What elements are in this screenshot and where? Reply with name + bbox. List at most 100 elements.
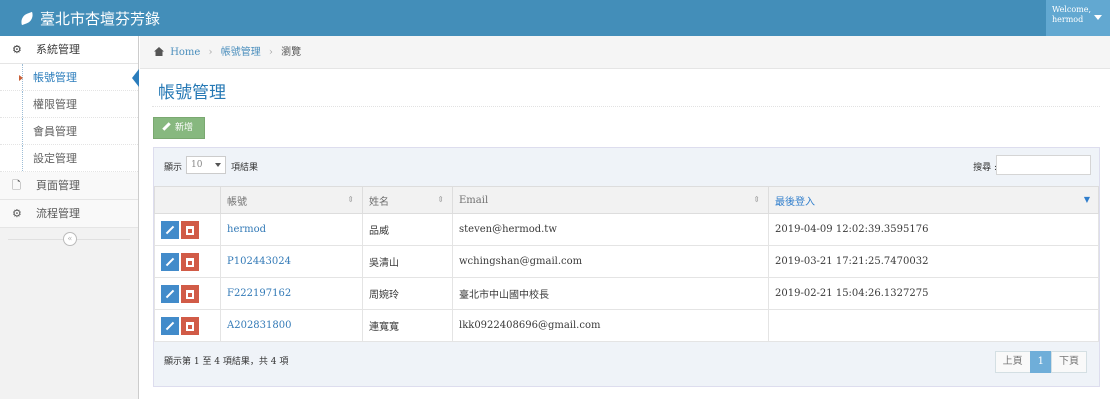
column-header-label: Email [459,194,489,206]
file-icon: 🗋 [12,179,21,192]
breadcrumb-separator: › [268,47,273,58]
delete-button[interactable] [181,316,199,335]
account-link[interactable]: F222197162 [227,288,291,299]
cell-name: 吳清山 [362,245,453,278]
cogs-icon: ⚙ [12,207,22,220]
breadcrumb-separator: › [208,47,213,58]
results-label: 項結果 [231,163,259,173]
add-button-label: 新增 [175,123,194,133]
add-button[interactable]: 新增 [153,117,205,139]
app-brand[interactable]: 臺北市杏壇芬芳錄 [18,8,160,29]
sidebar-item-label: 會員管理 [33,125,77,138]
sort-icon: ⇕ [437,195,444,204]
row-actions [154,309,221,342]
table-header-row: 帳號 ⇕ 姓名 ⇕ Email ⇕ 最後登入 ▼ [154,186,1099,214]
cell-account: hermod [220,213,363,246]
table-row: A202831800 連寬寬 lkk0922408696@gmail.com [154,309,1099,342]
cell-last-login [768,309,1099,342]
trash-icon [186,289,194,299]
cell-email: 臺北市中山國中校長 [452,277,769,310]
pencil-icon [162,122,171,131]
cell-name: 連寬寬 [362,309,453,342]
cell-email: steven@hermod.tw [452,213,769,246]
account-link[interactable]: P102443024 [227,256,291,267]
search-input[interactable] [996,155,1091,175]
top-navbar: 臺北市杏壇芬芳錄 Welcome, hermod [0,0,1110,36]
table-toolbar: 顯示 10 項結果 搜尋 : [154,148,1099,186]
sidebar-item-system[interactable]: ⚙ 系統管理 [0,36,138,64]
edit-button[interactable] [161,252,179,271]
sidebar-item-label: 設定管理 [33,152,77,165]
sidebar: ⚙ 系統管理 帳號管理 權限管理 會員管理 設定管理 🗋 頁面管理 ⚙ 流程管理… [0,36,139,399]
cell-name: 周婉玲 [362,277,453,310]
edit-button[interactable] [161,220,179,239]
pencil-icon [165,289,175,298]
cell-last-login: 2019-04-09 12:02:39.3595176 [768,213,1099,246]
prev-page-button[interactable]: 上頁 [994,351,1031,373]
cell-email: wchingshan@gmail.com [452,245,769,278]
account-link[interactable]: hermod [227,224,266,235]
caret-right-icon [19,75,23,81]
row-actions [154,213,221,246]
show-label: 顯示 [164,163,183,173]
column-header-name[interactable]: 姓名 ⇕ [362,186,453,214]
delete-button[interactable] [181,220,199,239]
table-row: F222197162 周婉玲 臺北市中山國中校長 2019-02-21 15:0… [154,277,1099,310]
sidebar-item-label: 系統管理 [36,43,80,56]
breadcrumb-current: 瀏覽 [281,47,302,58]
table-row: P102443024 吳清山 wchingshan@gmail.com 2019… [154,245,1099,278]
page-title: 帳號管理 [158,83,226,103]
sidebar-item-permissions[interactable]: 權限管理 [0,91,138,118]
next-page-button[interactable]: 下頁 [1051,351,1087,373]
page-length-value: 10 [191,160,203,170]
trash-icon [186,225,194,235]
sidebar-item-flow[interactable]: ⚙ 流程管理 [0,200,138,228]
cell-account: P102443024 [220,245,363,278]
column-header-label: 姓名 [369,196,389,208]
welcome-text: Welcome, [1052,5,1092,14]
sidebar-item-label: 權限管理 [33,98,77,111]
sidebar-item-settings[interactable]: 設定管理 [0,145,138,172]
divider [152,106,1100,107]
user-menu[interactable]: Welcome, hermod [1046,0,1110,36]
edit-button[interactable] [161,284,179,303]
accounts-table: 帳號 ⇕ 姓名 ⇕ Email ⇕ 最後登入 ▼ hermod 品威 steven@he… [154,186,1099,342]
column-header-actions [154,186,221,214]
sidebar-item-label: 帳號管理 [33,71,77,84]
page-button-1[interactable]: 1 [1029,351,1052,373]
pencil-icon [165,257,175,266]
row-actions [154,277,221,310]
chevron-down-icon [215,163,221,167]
column-header-label: 帳號 [227,196,247,208]
breadcrumb-home[interactable]: Home [170,47,200,58]
collapse-icon[interactable]: « [63,232,77,246]
cell-last-login: 2019-02-21 15:04:26.1327275 [768,277,1099,310]
breadcrumb-section[interactable]: 帳號管理 [221,47,261,58]
cell-account: A202831800 [220,309,363,342]
table-info: 顯示第 1 至 4 項結果，共 4 項 [164,357,289,367]
edit-button[interactable] [161,316,179,335]
caret-down-icon [1094,15,1102,20]
trash-icon [186,257,194,267]
page-length-select[interactable]: 10 [186,156,226,174]
search-label: 搜尋 : [973,163,997,173]
breadcrumb: Home › 帳號管理 › 瀏覽 [140,36,1110,69]
cogs-icon: ⚙ [12,43,22,56]
sidebar-item-members[interactable]: 會員管理 [0,118,138,145]
sidebar-item-pages[interactable]: 🗋 頁面管理 [0,172,138,200]
column-header-label: 最後登入 [775,196,815,208]
sort-icon: ⇕ [347,195,354,204]
delete-button[interactable] [181,284,199,303]
pagination: 上頁 1 下頁 [994,351,1087,373]
sidebar-item-label: 頁面管理 [36,179,80,192]
sort-desc-icon: ▼ [1083,195,1090,204]
cell-name: 品威 [362,213,453,246]
sidebar-item-accounts[interactable]: 帳號管理 [0,64,139,91]
column-header-email[interactable]: Email ⇕ [452,186,769,214]
leaf-icon [18,11,36,26]
delete-button[interactable] [181,252,199,271]
column-header-account[interactable]: 帳號 ⇕ [220,186,363,214]
account-link[interactable]: A202831800 [227,320,291,331]
column-header-last-login[interactable]: 最後登入 ▼ [768,186,1099,214]
cell-last-login: 2019-03-21 17:21:25.7470032 [768,245,1099,278]
